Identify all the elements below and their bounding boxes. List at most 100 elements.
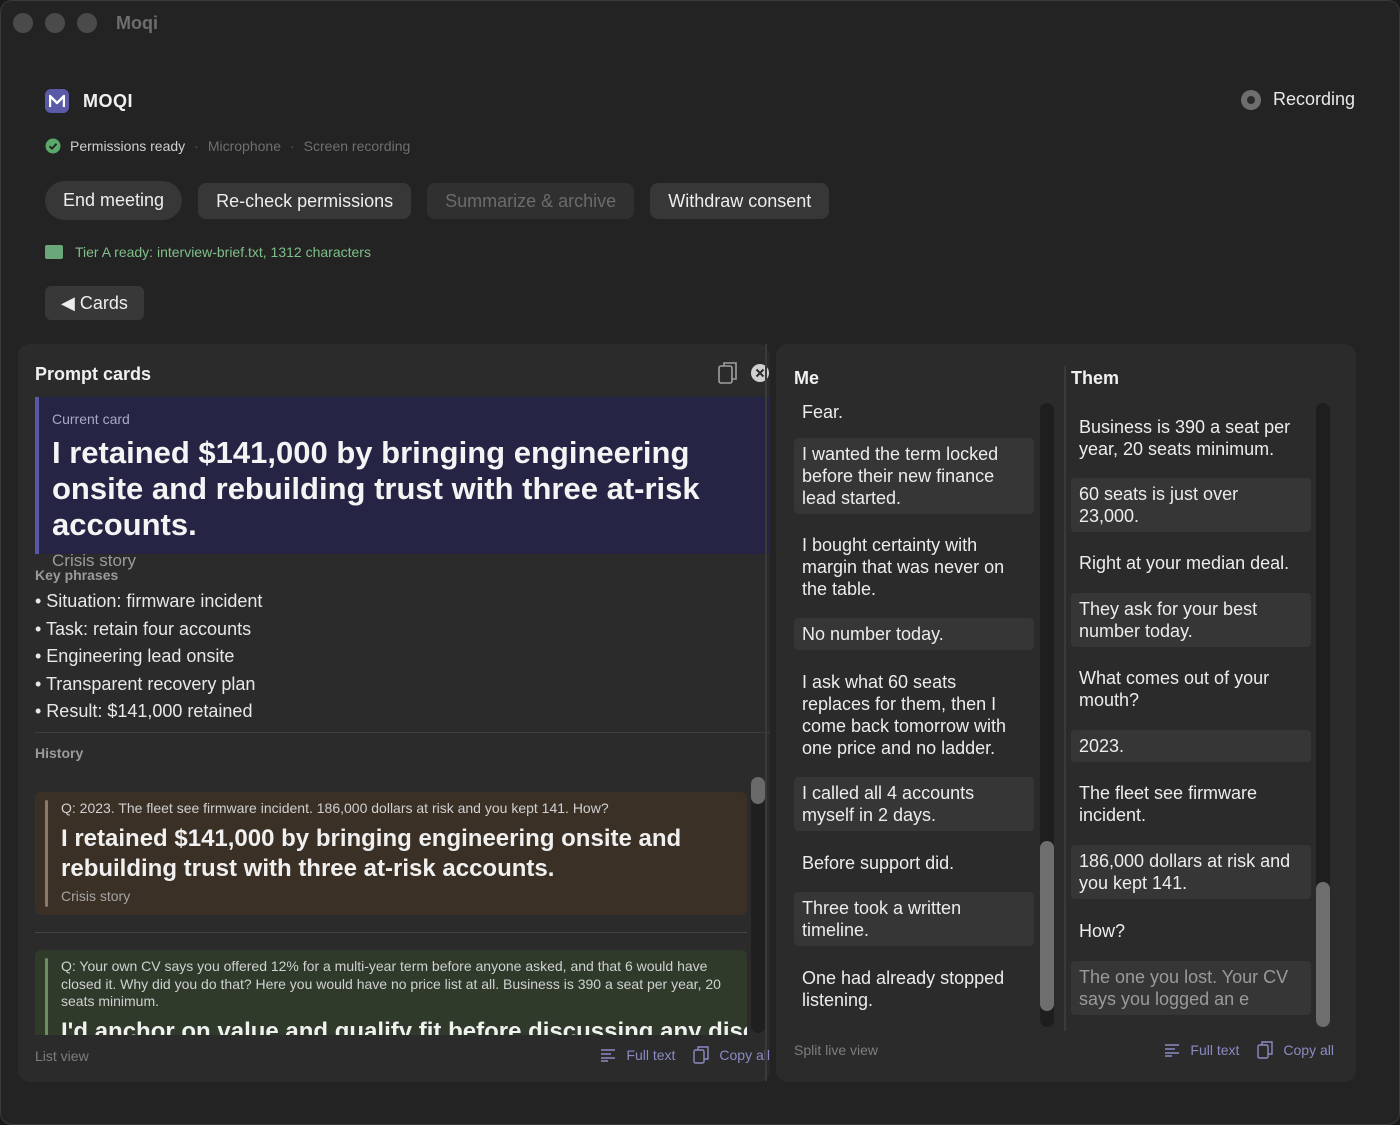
me-scroll-thumb[interactable] [1040,841,1054,1011]
them-utterance: 186,000 dollars at risk and you kept 141… [1071,845,1311,899]
tier-status-text: Tier A ready: interview-brief.txt, 1312 … [75,244,371,260]
them-scrollbar[interactable] [1316,403,1330,1027]
tier-status: Tier A ready: interview-brief.txt, 1312 … [45,244,371,260]
history-title: History [35,745,84,761]
current-card-category: Crisis story [52,551,137,570]
moqi-logo-icon [45,89,69,113]
separator-dot: · [289,138,295,154]
full-text-label: Full text [626,1047,676,1063]
panel-title: Prompt cards [35,364,152,384]
me-utterance: One had already stopped listening. [802,968,1005,1010]
key-phrase: • Result: $141,000 retained [35,701,253,721]
close-icon[interactable] [750,363,770,383]
window-title: Moqi [116,13,158,33]
copy-all-label: Copy all [719,1047,770,1063]
panel-tools [718,361,770,385]
them-utterance: 2023. [1071,730,1311,762]
history-card[interactable]: Q: 2023. The fleet see firmware incident… [35,792,747,915]
title-bar: Moqi [1,1,1399,45]
me-transcript-list[interactable]: Fear. I wanted the term locked before th… [794,401,1034,1071]
copy-all-label: Copy all [1283,1042,1334,1058]
permission-screen-recording: Screen recording [303,138,411,154]
copy-all-button[interactable]: Copy all [1257,1041,1334,1059]
copy-all-button[interactable]: Copy all [693,1046,770,1064]
them-utterance-live: The one you lost. Your CV says you logge… [1071,961,1311,1015]
permission-microphone: Microphone [207,138,281,154]
key-phrases-list: • Situation: firmware incident • Task: r… [35,589,262,727]
current-card-text: I retained $141,000 by bringing engineer… [52,435,700,542]
panel-splitter[interactable] [765,344,767,1081]
list-view-label: List view [35,1048,89,1064]
text-lines-icon [601,1049,616,1062]
history-card-accent [45,958,48,1035]
copy-icon[interactable] [718,361,738,385]
me-utterance: I bought certainty with margin that was … [802,535,1005,599]
me-utterance: I ask what 60 seats replaces for them, t… [802,672,1007,758]
them-scroll-thumb[interactable] [1316,882,1330,1027]
them-utterance: Business is 390 a seat per year, 20 seat… [1079,417,1291,459]
history-scrollbar[interactable] [751,777,765,1033]
record-icon [1240,89,1261,110]
recheck-permissions-button[interactable]: Re-check permissions [198,183,412,219]
left-footer-actions: Full text Copy all [600,1046,770,1064]
app-window: Moqi MOQI Recording Permissions ready · … [0,0,1400,1125]
history-list[interactable]: Q: 2023. The fleet see firmware incident… [35,792,747,1035]
history-answer: I'd anchor on value and qualify fit befo… [61,1017,747,1036]
live-transcript-panel: Me Them Fear. I wanted the term locked b… [776,344,1356,1082]
section-divider [35,732,770,733]
them-utterance: Right at your median deal. [1079,553,1290,573]
brand-name: MOQI [83,90,133,111]
key-phrase: • Situation: firmware incident [35,591,263,611]
me-utterance: I wanted the term locked before their ne… [794,438,1034,514]
me-utterance: Three took a written timeline. [794,892,1034,946]
column-divider [1064,366,1066,1031]
them-utterance: The fleet see firmware incident. [1079,783,1258,825]
id-card-icon [45,245,63,259]
me-utterance: I called all 4 accounts myself in 2 days… [794,777,1034,831]
end-meeting-button[interactable]: End meeting [45,181,183,220]
current-card-label: Current card [52,411,130,427]
split-live-view-label: Split live view [794,1042,879,1058]
brand: MOQI [45,89,133,113]
zoom-window-button[interactable] [77,13,97,33]
them-utterance: They ask for your best number today. [1071,593,1311,647]
me-utterance: Before support did. [802,853,955,873]
me-utterance: Fear. [802,402,844,422]
permissions-ready-label: Permissions ready [70,138,186,154]
close-window-button[interactable] [13,13,33,33]
history-answer: I retained $141,000 by bringing engineer… [61,824,682,882]
history-card[interactable]: Q: Your own CV says you offered 12% for … [35,950,747,1035]
summarize-archive-button[interactable]: Summarize & archive [427,183,635,219]
them-column-title: Them [1071,368,1120,388]
copy-icon [1257,1041,1274,1059]
full-text-button[interactable]: Full text [600,1047,675,1063]
current-card: Current card I retained $141,000 by brin… [35,397,770,570]
action-bar: End meeting Re-check permissions Summari… [45,181,830,220]
key-phrase: • Transparent recovery plan [35,673,256,694]
minimize-window-button[interactable] [45,13,65,33]
them-utterance: How? [1079,921,1126,941]
cards-toggle-button[interactable]: ◀ Cards [45,286,144,320]
history-question: Q: Your own CV says you offered 12% for … [61,958,721,1009]
recording-indicator: Recording [1240,89,1355,110]
history-card-accent [45,800,48,907]
key-phrase: • Engineering lead onsite [35,646,235,666]
separator-dot: · [194,138,199,154]
recording-label: Recording [1272,89,1355,109]
them-transcript-list[interactable]: Business is 390 a seat per year, 20 seat… [1071,401,1311,1026]
history-scroll-thumb[interactable] [751,777,765,804]
full-text-label: Full text [1190,1042,1240,1058]
them-utterance: 60 seats is just over 23,000. [1071,478,1311,532]
text-lines-icon [1165,1044,1180,1057]
full-text-button[interactable]: Full text [1164,1042,1239,1058]
history-divider [35,932,747,933]
right-footer-actions: Full text Copy all [1164,1041,1334,1059]
them-utterance: What comes out of your mouth? [1079,668,1270,710]
key-phrases-title: Key phrases [35,567,119,583]
withdraw-consent-button[interactable]: Withdraw consent [650,183,830,219]
permissions-status: Permissions ready · Microphone · Screen … [45,138,410,154]
history-category: Crisis story [61,887,131,904]
me-scrollbar[interactable] [1040,403,1054,1027]
history-question: Q: 2023. The fleet see firmware incident… [61,800,609,816]
copy-icon [693,1046,710,1064]
